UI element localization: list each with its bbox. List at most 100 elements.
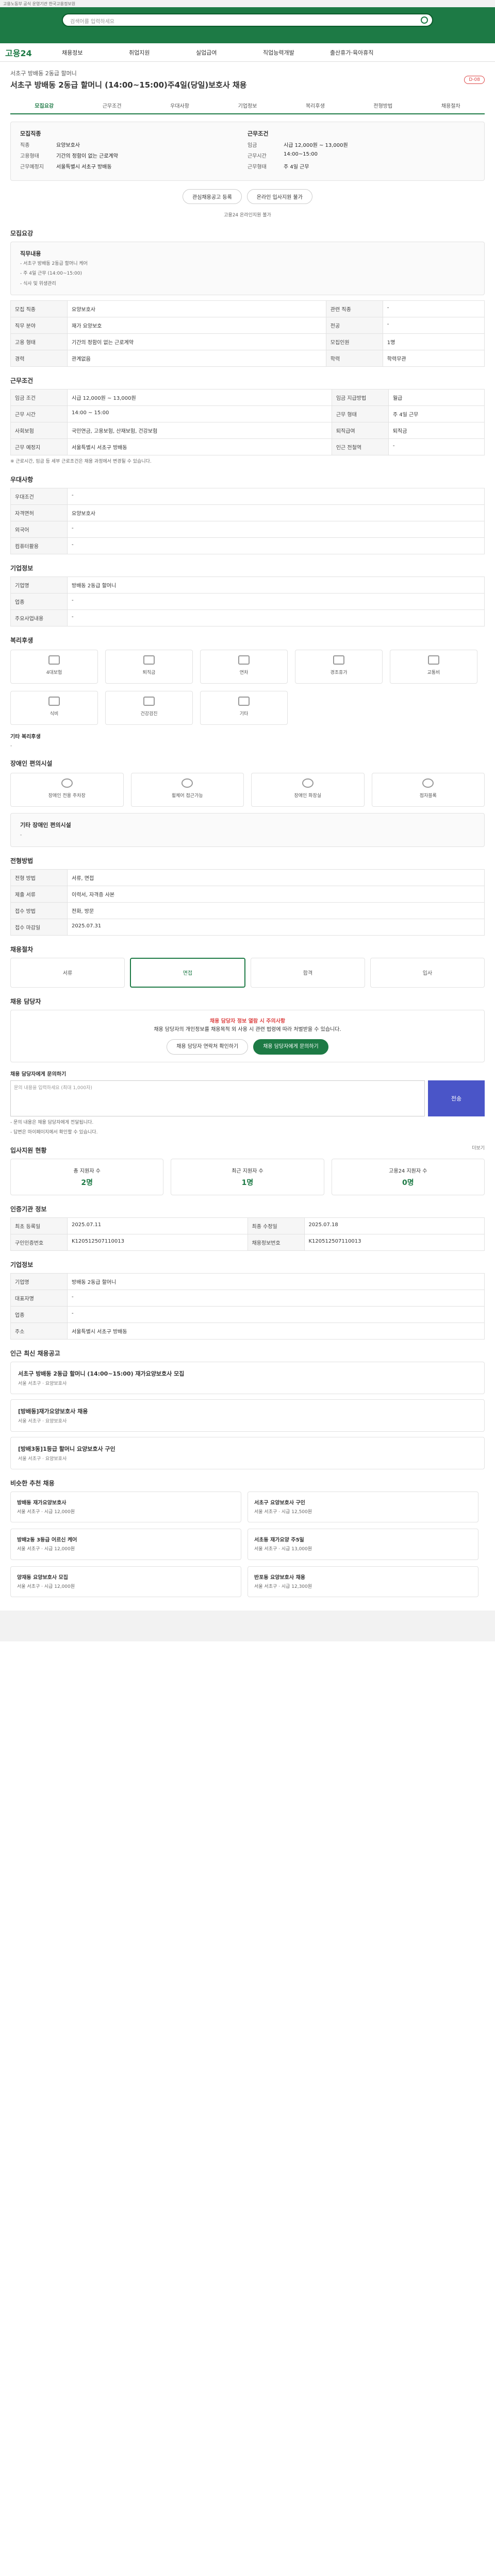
table-row: 주소 서울특별시 서초구 방배동 (10, 1322, 485, 1340)
tab-process[interactable]: 채용절차 (417, 97, 485, 113)
send-button[interactable]: 전송 (428, 1080, 485, 1116)
disability-label: 장애인 화장실 (294, 793, 322, 799)
section-title-welfare: 복리후생 (10, 636, 34, 644)
table-cell: - (67, 592, 485, 610)
site-logo[interactable]: 고용24 (5, 46, 62, 59)
table-cell: 2025.07.31 (67, 918, 485, 936)
table-head: 접수 방법 (10, 902, 68, 919)
summary-value: 기간의 정함이 없는 근로계약 (56, 154, 118, 159)
tab-work[interactable]: 근무조건 (78, 97, 145, 113)
section-title-info: 인증기관 정보 (10, 1205, 47, 1213)
duty-line: - 주 4일 근무 (14:00~15:00) (20, 271, 82, 276)
table-cell: - (382, 300, 485, 317)
list-item[interactable]: 양재동 요양보호사 모집 서울 서초구 · 시급 12,000원 (10, 1566, 241, 1597)
list-item[interactable]: 방배2동 3등급 어르신 케어 서울 서초구 · 시급 12,000원 (10, 1529, 241, 1560)
nav-item-unemployment[interactable]: 실업급여 (196, 48, 263, 57)
section-title-stats: 입사지원 현황 (10, 1146, 47, 1154)
list-item[interactable]: 반포동 요양보호사 채용 서울 서초구 · 시급 12,300원 (248, 1566, 478, 1597)
tab-pref[interactable]: 우대사항 (146, 97, 213, 113)
tab-recruit[interactable]: 모집요강 (10, 97, 78, 113)
action-buttons: 관심채용공고 등록 온라인 입사지원 불가 (10, 189, 485, 204)
table-head: 주요사업내용 (10, 609, 68, 626)
table-head: 접수 마감일 (10, 918, 68, 936)
table-row: 우대조건 - (10, 487, 485, 505)
summary-value: 시급 12,000원 ~ 13,000원 (284, 143, 348, 148)
table-cell: 이력서, 자격증 사본 (67, 885, 485, 903)
stat-cards: 총 지원자 수 2명 최근 지원자 수 1명 고용24 지원자 수 0명 (10, 1158, 485, 1195)
table-row: 최초 등록일 2025.07.11 최종 수정일 2025.07.18 (10, 1217, 485, 1234)
gift-icon (333, 655, 344, 665)
table-row: 근무 시간 14:00 ~ 15:00 근무 형태 주 4일 근무 (10, 405, 485, 422)
table-cell: - (67, 487, 485, 505)
summary-row: 고용형태 기간의 정함이 없는 근로계약 (20, 151, 248, 159)
section-title-recruit: 모집요강 (10, 229, 34, 237)
nav-item-training[interactable]: 직업능력개발 (263, 48, 330, 57)
table-head: 근무 형태 (331, 405, 389, 422)
table-head: 모집인원 (325, 333, 383, 350)
table-row: 모집 직종 요양보호사 관련 직종 - (10, 300, 485, 317)
list-item[interactable]: 서초동 재가요양 주5일 서울 서초구 · 시급 13,000원 (248, 1529, 478, 1560)
list-item-title: 방배2동 3등급 어르신 케어 (17, 1537, 77, 1543)
section-title-pref: 우대사항 (10, 476, 34, 483)
company-name: 서초구 방배동 2동급 할머니 (10, 70, 77, 77)
disability-other-title: 기타 장애인 편의시설 (20, 822, 71, 828)
tab-screening[interactable]: 전형방법 (349, 97, 417, 113)
section-title-corp: 기업정보 (10, 564, 34, 572)
table-cell: K120512507110013 (304, 1233, 485, 1251)
apply-button[interactable]: 온라인 입사지원 불가 (246, 189, 312, 204)
table-cell: 주 4일 근무 (388, 405, 485, 422)
table-row: 접수 마감일 2025.07.31 (10, 918, 485, 936)
list-item-title: [방배동]재가요양보호사 채용 (18, 1408, 88, 1415)
inquiry-title: 채용 담당자에게 문의하기 (10, 1071, 67, 1077)
tab-corp[interactable]: 기업정보 (213, 97, 281, 113)
stats-more-link[interactable]: 더보기 (472, 1144, 485, 1151)
list-item[interactable]: 방배동 재가요양보호사 서울 서초구 · 시급 12,000원 (10, 1491, 241, 1522)
search-icon[interactable] (421, 16, 428, 24)
process-step: 입사 (370, 957, 485, 988)
list-item[interactable]: 서초구 방배동 2동급 할머니 (14:00~15:00) 재가요양보호사 모집… (10, 1361, 485, 1394)
info-table: 최초 등록일 2025.07.11 최종 수정일 2025.07.18 구인인증번호 K… (10, 1217, 485, 1251)
inquiry-textarea[interactable]: 문의 내용을 입력하세요 (최대 1,000자) (10, 1080, 425, 1116)
view-contact-button[interactable]: 채용 담당자 연락처 확인하기 (167, 1039, 249, 1055)
nav-item-support[interactable]: 취업지원 (129, 48, 196, 57)
nav-item-leave[interactable]: 출산휴가·육아휴직 (330, 48, 397, 57)
bus-icon (428, 655, 439, 665)
table-head: 전형 방법 (10, 869, 68, 886)
parking-icon (61, 778, 73, 788)
table-head: 학력 (325, 350, 383, 367)
table-row: 경력 관계없음 학력 학력무관 (10, 350, 485, 367)
table-row: 접수 방법 전화, 방문 (10, 902, 485, 919)
stat-label: 총 지원자 수 (73, 1168, 101, 1174)
welfare-label: 기타 (239, 711, 249, 717)
table-cell: K120512507110013 (67, 1233, 248, 1251)
list-item-desc: 서울 서초구 · 요양보호사 (18, 1418, 67, 1424)
table-cell: 기간의 정함이 없는 근로계약 (67, 333, 326, 350)
disability-item: 장애인 화장실 (251, 773, 365, 807)
list-item-desc: 서울 서초구 · 시급 12,000원 (17, 1509, 75, 1515)
welfare-label: 4대보험 (46, 670, 62, 675)
tab-welfare[interactable]: 복리후생 (282, 97, 349, 113)
list-item[interactable]: [방배3동]1등급 할머니 요양보호사 구인 서울 서초구 · 요양보호사 (10, 1436, 485, 1469)
interest-button[interactable]: 관심채용공고 등록 (183, 189, 242, 204)
header-banner: 검색어를 입력하세요 (0, 7, 495, 43)
disability-other: 기타 장애인 편의시설 - (10, 813, 485, 847)
summary-value: 주 4일 근무 (284, 164, 309, 170)
table-head: 사회보험 (10, 422, 68, 439)
table-head: 근무 예정지 (10, 438, 68, 455)
section-title-process: 채용절차 (10, 945, 34, 953)
inquire-button[interactable]: 채용 담당자에게 문의하기 (253, 1039, 328, 1055)
list-item[interactable]: [방배동]재가요양보호사 채용서울 서초구 · 요양보호사 (10, 1399, 485, 1432)
search-placeholder: 검색어를 입력하세요 (70, 19, 114, 25)
summary-row: 근무예정지 서울특별시 서초구 방배동 (20, 162, 248, 170)
stat-label: 고용24 지원자 수 (389, 1168, 427, 1174)
nav-item-jobs[interactable]: 채용정보 (62, 48, 129, 57)
list-item[interactable]: 서초구 요양보호사 구인 서울 서초구 · 시급 12,500원 (248, 1491, 478, 1522)
table-cell: 요양보호사 (67, 504, 485, 521)
summary-key: 근무예정지 (20, 164, 44, 170)
search-input[interactable]: 검색어를 입력하세요 (62, 13, 433, 27)
table-cell: - (67, 609, 485, 626)
table-head: 인근 전철역 (331, 438, 389, 455)
etc-icon (238, 696, 250, 706)
contact-buttons: 채용 담당자 연락처 확인하기 채용 담당자에게 문의하기 (18, 1039, 477, 1055)
online-note: 고용24 온라인지원 불가 (224, 213, 271, 218)
